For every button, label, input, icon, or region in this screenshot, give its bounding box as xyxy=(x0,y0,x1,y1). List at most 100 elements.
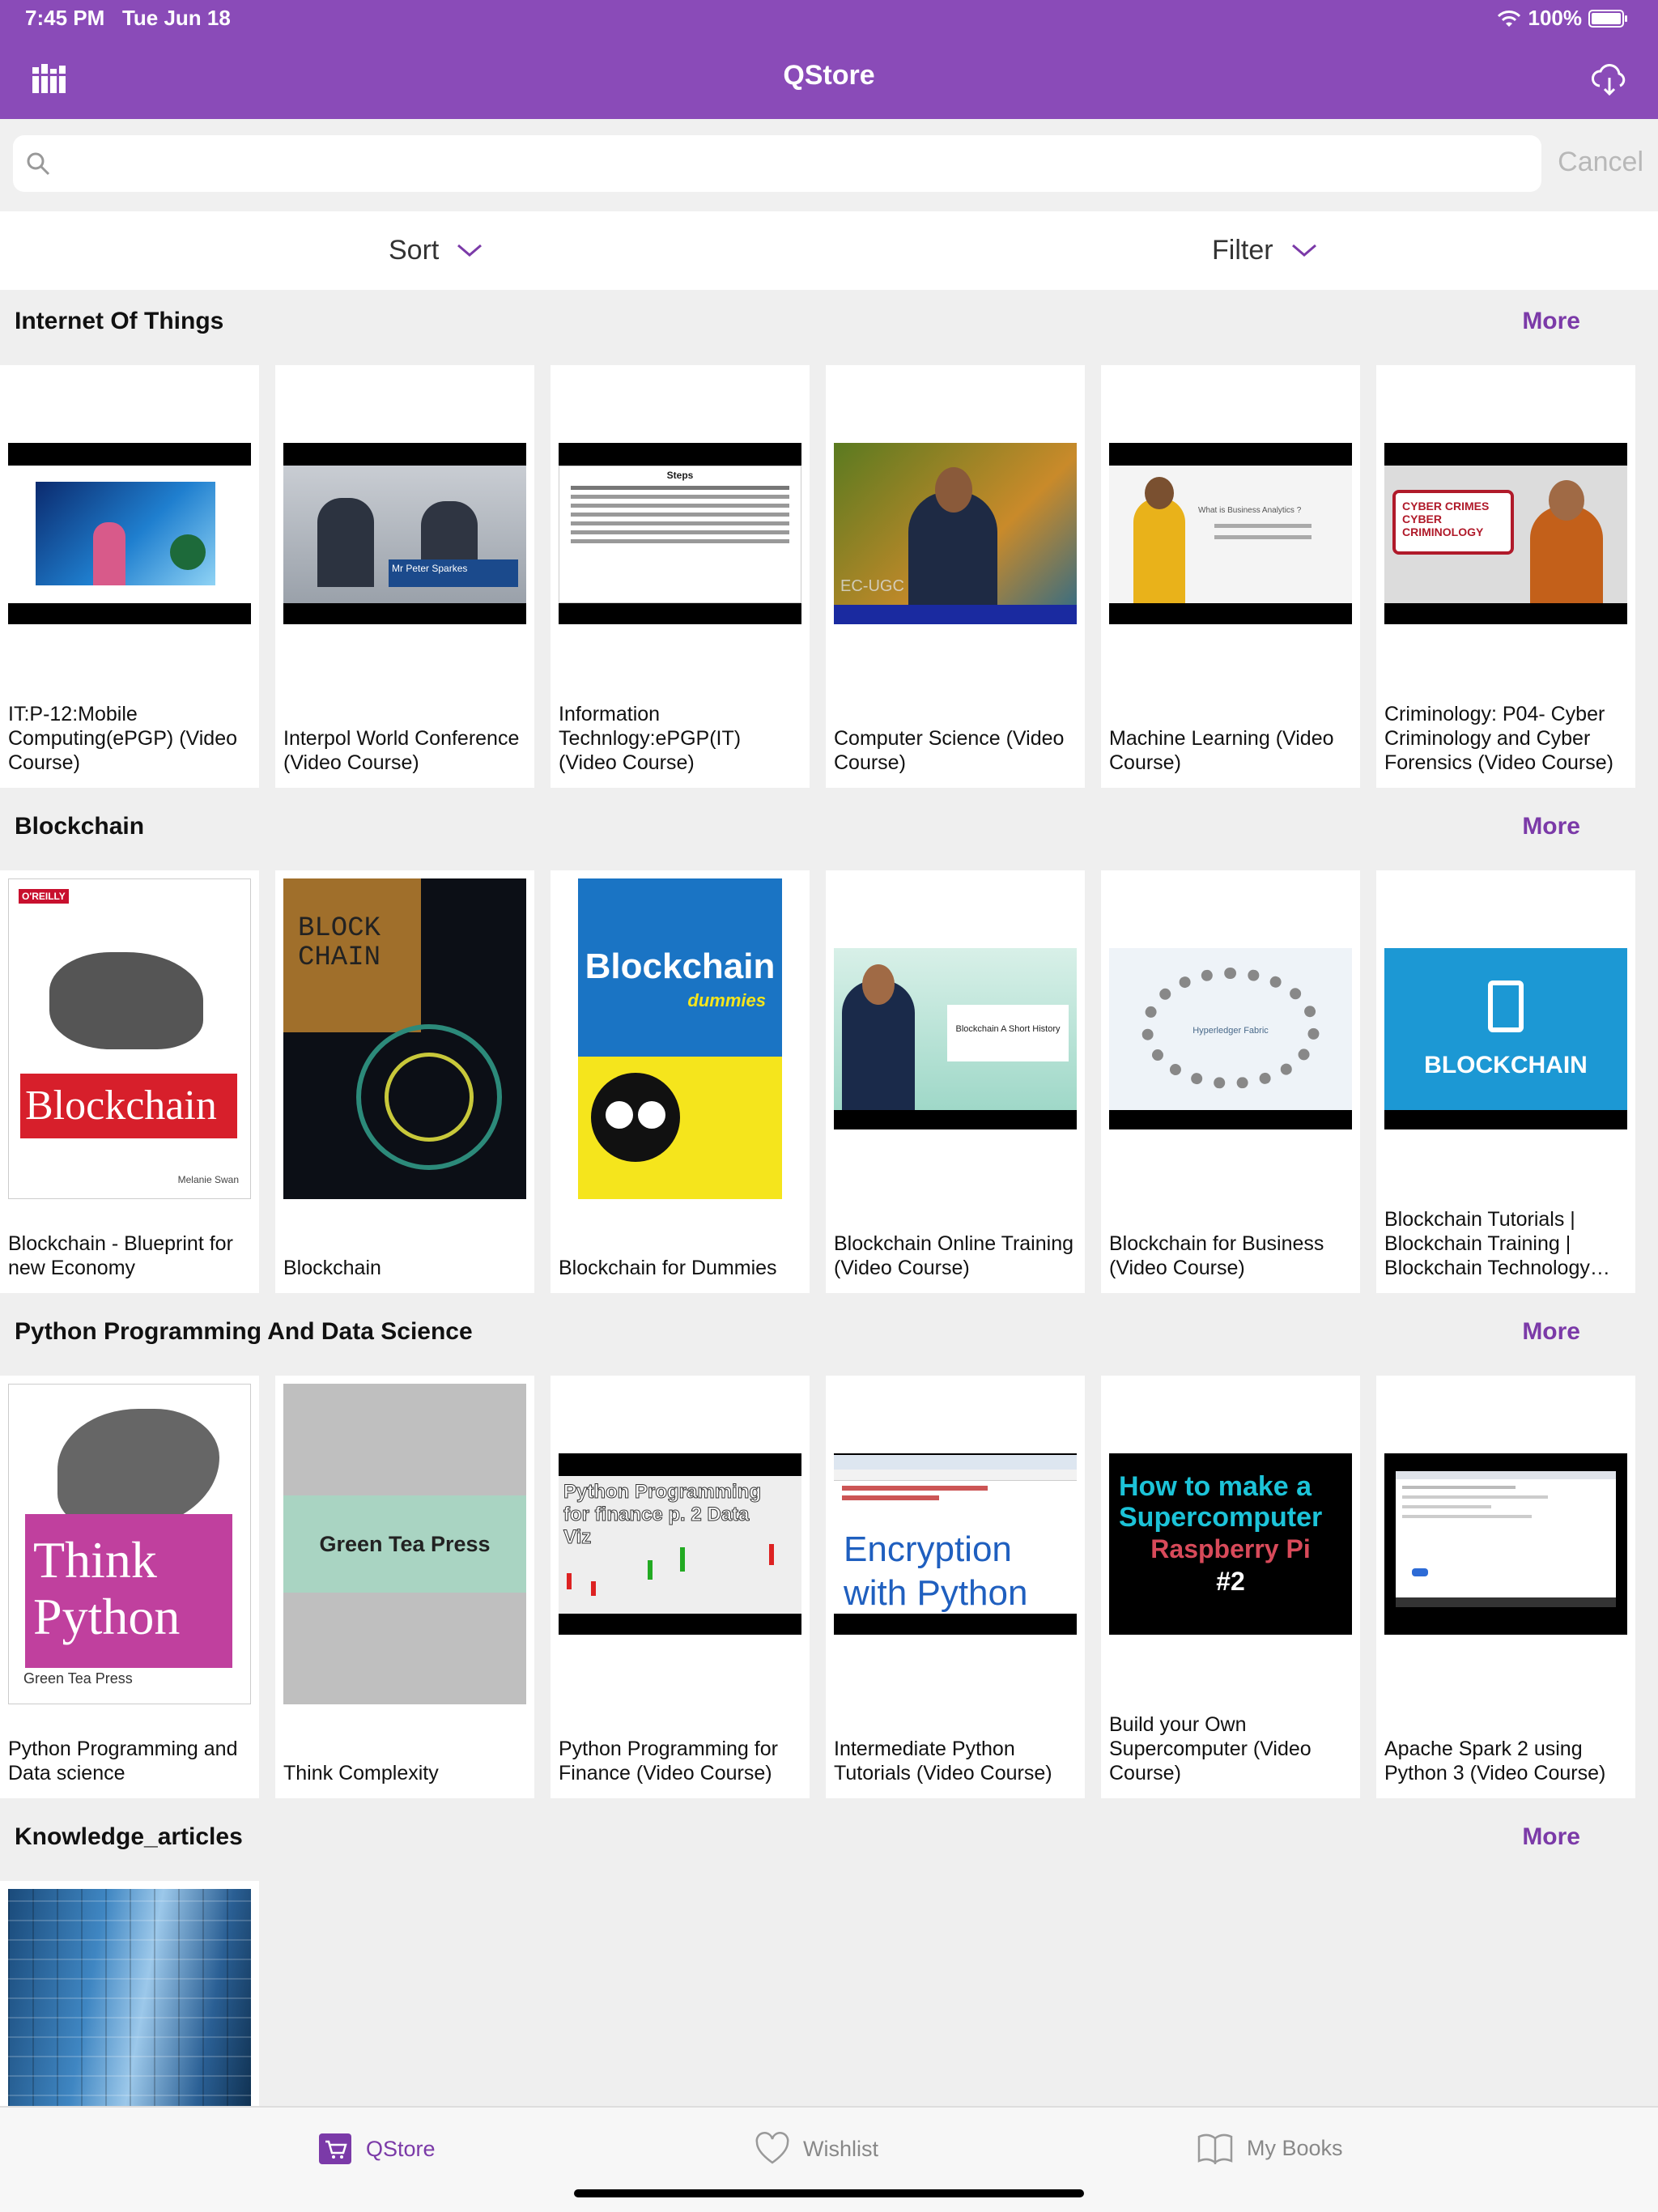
course-card[interactable]: What is Business Analytics ? Machine Lea… xyxy=(1101,365,1360,788)
more-button[interactable]: More xyxy=(1522,308,1580,335)
heart-icon xyxy=(755,2132,789,2164)
video-caption: Hyperledger Fabric xyxy=(1192,1026,1269,1036)
video-thumbnail: Encryption with Python xyxy=(834,1453,1077,1635)
chevron-down-icon xyxy=(1291,244,1316,257)
card-title: Blockchain for Business (Video Course) xyxy=(1109,1232,1324,1279)
cover-title: Think Python xyxy=(25,1514,232,1668)
card-title: Criminology: P04- Cyber Criminology and … xyxy=(1384,703,1613,774)
book-cover: Blockchain dummies xyxy=(559,878,801,1199)
course-card[interactable]: EC-UGC Computer Science (Video Course) xyxy=(826,365,1085,788)
video-thumbnail: Steps xyxy=(559,443,801,624)
navigation-bar: 7:45 PM Tue Jun 18 100% QStore xyxy=(0,0,1658,119)
article-image xyxy=(8,1889,251,2116)
slide-title: Steps xyxy=(666,470,694,481)
filter-button[interactable]: Filter xyxy=(1212,226,1317,274)
section-title: Internet Of Things xyxy=(15,308,224,334)
book-card[interactable]: BLOCK CHAIN Blockchain xyxy=(275,870,534,1293)
cover-subtitle: dummies xyxy=(687,990,766,1010)
card-title: Blockchain - Blueprint for new Economy xyxy=(8,1232,233,1279)
course-card[interactable]: Apache Spark 2 using Python 3 (Video Cou… xyxy=(1376,1376,1635,1798)
video-thumbnail: BLOCKCHAIN xyxy=(1384,948,1627,1129)
section-title: Python Programming And Data Science xyxy=(15,1318,473,1345)
video-caption: BLOCKCHAIN xyxy=(1424,1052,1588,1078)
course-card[interactable]: CYBER CRIMES CYBER CRIMINOLOGY Criminolo… xyxy=(1376,365,1635,788)
app-title: QStore xyxy=(783,60,875,91)
book-card[interactable]: Think Python Green Tea Press Python Prog… xyxy=(0,1376,259,1798)
book-cover: O'REILLY Blockchain Melanie Swan xyxy=(8,878,251,1199)
search-bar: Cancel xyxy=(0,119,1658,211)
card-title: Machine Learning (Video Course) xyxy=(1109,727,1334,774)
card-title: Information Technlogy:ePGP(IT) (Video Co… xyxy=(559,703,742,774)
section-title: Blockchain xyxy=(15,813,145,840)
course-card[interactable]: How to make a Supercomputer Raspberry Pi… xyxy=(1101,1376,1360,1798)
video-caption: Python Programming for finance p. 2 Data… xyxy=(563,1481,762,1549)
battery-percent: 100% xyxy=(1528,6,1583,30)
card-title: Interpol World Conference (Video Course) xyxy=(283,727,520,774)
video-caption-2: Raspberry Pi xyxy=(1150,1534,1311,1563)
course-card[interactable]: BLOCKCHAIN Blockchain Tutorials | Blockc… xyxy=(1376,870,1635,1293)
sort-filter-bar: Sort Filter xyxy=(0,211,1658,290)
course-card[interactable]: Python Programming for finance p. 2 Data… xyxy=(551,1376,810,1798)
article-card[interactable] xyxy=(0,1881,259,2116)
course-card[interactable]: Hyperledger Fabric Blockchain for Busine… xyxy=(1101,870,1360,1293)
status-time: 7:45 PM Tue Jun 18 xyxy=(25,6,231,30)
search-input[interactable] xyxy=(13,135,1541,192)
tab-wishlist[interactable]: Wishlist xyxy=(755,2132,878,2166)
more-button[interactable]: More xyxy=(1522,1823,1580,1851)
cloud-sync-icon[interactable] xyxy=(1590,60,1629,97)
video-thumbnail: Python Programming for finance p. 2 Data… xyxy=(559,1453,801,1635)
card-title: Apache Spark 2 using Python 3 (Video Cou… xyxy=(1384,1738,1606,1784)
cover-publisher: Green Tea Press xyxy=(23,1670,133,1687)
card-title: Python Programming and Data science xyxy=(8,1738,238,1784)
chevron-down-icon xyxy=(457,244,483,257)
video-caption: CYBER CRIMES CYBER CRIMINOLOGY xyxy=(1392,490,1514,555)
more-button[interactable]: More xyxy=(1522,813,1580,840)
card-title: Build your Own Supercomputer (Video Cour… xyxy=(1109,1713,1312,1784)
book-card[interactable]: O'REILLY Blockchain Melanie Swan Blockch… xyxy=(0,870,259,1293)
video-caption: Blockchain A Short History xyxy=(947,1005,1069,1061)
cover-title: Green Tea Press xyxy=(283,1495,526,1593)
course-card[interactable]: Blockchain A Short History Blockchain On… xyxy=(826,870,1085,1293)
video-caption: EC-UGC xyxy=(840,577,904,595)
cover-title: Blockchain xyxy=(20,1074,237,1138)
book-cover: Think Python Green Tea Press xyxy=(8,1384,251,1704)
video-thumbnail: How to make a Supercomputer Raspberry Pi… xyxy=(1109,1453,1352,1635)
book-card[interactable]: Blockchain dummies Blockchain for Dummie… xyxy=(551,870,810,1293)
cover-title: BLOCK CHAIN xyxy=(298,913,381,973)
cover-title: Blockchain xyxy=(585,946,776,986)
cover-author: Melanie Swan xyxy=(177,1174,239,1185)
cart-icon xyxy=(319,2133,351,2164)
course-card[interactable]: Mr Peter Sparkes Interpol World Conferen… xyxy=(275,365,534,788)
video-thumbnail: EC-UGC xyxy=(834,443,1077,624)
video-thumbnail: Hyperledger Fabric xyxy=(1109,948,1352,1129)
book-cover: BLOCK CHAIN xyxy=(283,878,526,1199)
video-caption: Mr Peter Sparkes xyxy=(389,559,518,587)
publisher-logo: O'REILLY xyxy=(19,889,69,904)
course-card[interactable]: IT:P-12:Mobile Computing(ePGP) (Video Co… xyxy=(0,365,259,788)
card-title: Python Programming for Finance (Video Co… xyxy=(559,1738,778,1784)
tab-my-books[interactable]: My Books xyxy=(1197,2132,1343,2164)
book-card[interactable]: Green Tea Press Think Complexity xyxy=(275,1376,534,1798)
video-thumbnail: CYBER CRIMES CYBER CRIMINOLOGY xyxy=(1384,443,1627,624)
card-title: Blockchain Tutorials | Blockchain Traini… xyxy=(1384,1208,1610,1279)
card-title: Think Complexity xyxy=(283,1762,439,1784)
battery-icon xyxy=(1588,9,1627,28)
sort-button[interactable]: Sort xyxy=(389,226,483,274)
video-thumbnail xyxy=(8,443,251,624)
video-caption: How to make a Supercomputer xyxy=(1119,1471,1323,1533)
card-title: Blockchain xyxy=(283,1257,381,1279)
video-thumbnail: Blockchain A Short History xyxy=(834,948,1077,1129)
home-indicator xyxy=(574,2189,1084,2197)
section-title: Knowledge_articles xyxy=(15,1823,243,1850)
more-button[interactable]: More xyxy=(1522,1318,1580,1346)
course-card[interactable]: Steps Information Technlogy:ePGP(IT) (Vi… xyxy=(551,365,810,788)
course-card[interactable]: Encryption with Python Intermediate Pyth… xyxy=(826,1376,1085,1798)
cancel-button[interactable]: Cancel xyxy=(1558,147,1643,178)
book-icon xyxy=(1197,2133,1233,2164)
video-caption: What is Business Analytics ? xyxy=(1198,506,1302,515)
card-title: Blockchain for Dummies xyxy=(559,1257,777,1279)
card-title: Intermediate Python Tutorials (Video Cou… xyxy=(834,1738,1052,1784)
video-thumbnail: Mr Peter Sparkes xyxy=(283,443,526,624)
search-icon xyxy=(27,152,50,176)
tab-qstore[interactable]: QStore xyxy=(317,2132,436,2166)
